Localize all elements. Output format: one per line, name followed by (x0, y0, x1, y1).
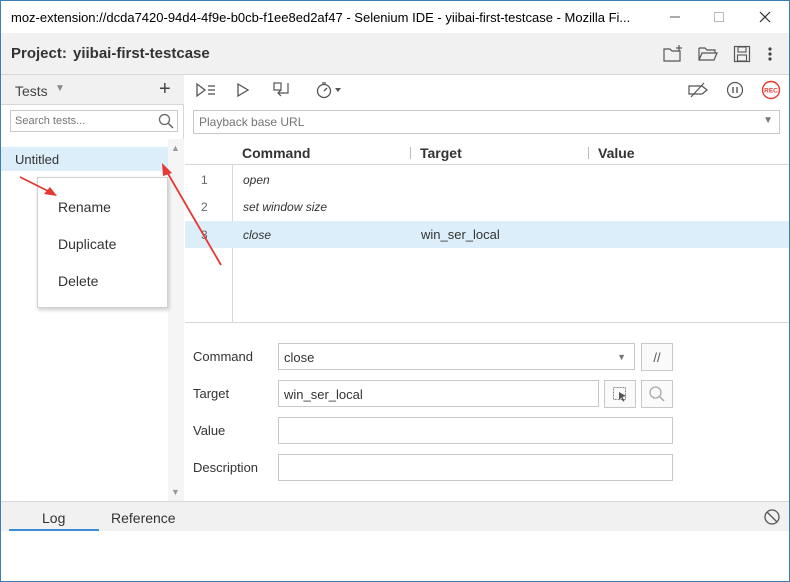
select-target-button[interactable] (604, 380, 636, 408)
playback-toolbar: REC (185, 75, 789, 105)
tab-reference[interactable]: Reference (111, 510, 176, 526)
log-area (1, 531, 789, 581)
column-header-command: Command (242, 145, 311, 161)
table-row[interactable]: 1 open (185, 166, 789, 193)
project-header: Project: yiibai-first-testcase (1, 33, 789, 75)
table-header: Command Target Value (185, 139, 789, 165)
value-field[interactable] (278, 417, 673, 444)
row-command: open (243, 173, 270, 187)
chevron-down-icon[interactable]: ▼ (617, 352, 626, 362)
step-icon[interactable] (272, 80, 292, 100)
target-label: Target (193, 386, 230, 401)
tests-dropdown-label[interactable]: Tests (15, 83, 48, 99)
test-item-label: Untitled (15, 152, 60, 167)
minimize-icon[interactable] (655, 5, 695, 29)
tab-log[interactable]: Log (42, 510, 65, 526)
search-tests-field[interactable] (10, 110, 178, 132)
add-test-button[interactable]: + (159, 78, 171, 101)
run-all-tests-icon[interactable] (195, 80, 217, 100)
base-url-field[interactable]: ▼ (193, 110, 780, 134)
description-label: Description (193, 460, 259, 475)
column-separator[interactable] (588, 147, 589, 159)
column-separator[interactable] (410, 147, 411, 159)
run-current-test-icon[interactable] (235, 80, 251, 100)
menu-item-delete[interactable]: Delete (58, 273, 98, 289)
row-command: set window size (243, 200, 328, 214)
value-label: Value (193, 423, 226, 438)
select-target-icon (613, 387, 626, 402)
save-icon[interactable] (730, 42, 754, 66)
chevron-down-icon[interactable]: ▼ (763, 115, 773, 126)
table-row-selected[interactable]: 3 close win_ser_local (185, 221, 789, 248)
clear-log-icon[interactable] (763, 508, 781, 529)
scroll-down-icon[interactable]: ▼ (171, 487, 180, 497)
row-number: 2 (201, 200, 208, 214)
test-item-untitled[interactable]: Untitled (1, 147, 168, 171)
app-window: moz-extension://dcda7420-94d4-4f9e-b0cb-… (0, 0, 790, 582)
command-table: Command Target Value 1 open 2 set window… (185, 139, 789, 323)
chevron-down-icon[interactable]: ▼ (55, 83, 65, 94)
description-field[interactable] (278, 454, 673, 481)
new-project-icon[interactable] (661, 42, 685, 66)
command-label: Command (193, 349, 253, 364)
title-bar: moz-extension://dcda7420-94d4-4f9e-b0cb-… (1, 1, 789, 33)
command-editor: Command close ▼ // Target win_ser_local … (185, 323, 789, 501)
table-row[interactable]: 2 set window size (185, 193, 789, 220)
project-name[interactable]: yiibai-first-testcase (73, 45, 210, 62)
record-button[interactable]: REC (761, 80, 781, 100)
scroll-up-icon[interactable]: ▲ (171, 143, 180, 153)
column-header-target: Target (420, 145, 462, 161)
more-vertical-icon[interactable] (758, 42, 782, 66)
speed-timer-icon[interactable] (315, 80, 345, 100)
command-field[interactable]: close ▼ (278, 343, 635, 370)
row-number: 1 (201, 173, 208, 187)
row-number: 3 (201, 228, 208, 242)
target-field[interactable]: win_ser_local (278, 380, 599, 407)
pause-icon[interactable] (726, 80, 744, 100)
context-menu: Rename Duplicate Delete (37, 177, 168, 308)
search-icon (649, 386, 665, 402)
search-tests-input[interactable] (15, 113, 155, 129)
find-target-button[interactable] (641, 380, 673, 408)
project-label: Project: (11, 45, 67, 62)
tests-scrollbar[interactable]: ▲ ▼ (168, 139, 184, 501)
column-header-value: Value (598, 145, 635, 161)
menu-item-rename[interactable]: Rename (58, 199, 111, 215)
window-title: moz-extension://dcda7420-94d4-4f9e-b0cb-… (11, 10, 631, 25)
search-icon[interactable] (158, 113, 174, 132)
base-url-input[interactable] (199, 114, 699, 130)
row-command: close (243, 228, 272, 242)
target-value: win_ser_local (284, 387, 363, 402)
open-folder-icon[interactable] (696, 42, 720, 66)
disable-breakpoints-icon[interactable] (687, 80, 709, 100)
comment-toggle-button[interactable]: // (641, 343, 673, 371)
bottom-panel-tabs: Log Reference (1, 501, 789, 531)
record-label: REC (764, 88, 778, 95)
tests-header: Tests ▼ + (1, 75, 184, 105)
maximize-icon[interactable] (699, 5, 739, 29)
close-icon[interactable] (745, 5, 785, 29)
command-value: close (284, 350, 315, 365)
row-target: win_ser_local (421, 227, 500, 242)
menu-item-duplicate[interactable]: Duplicate (58, 236, 116, 252)
